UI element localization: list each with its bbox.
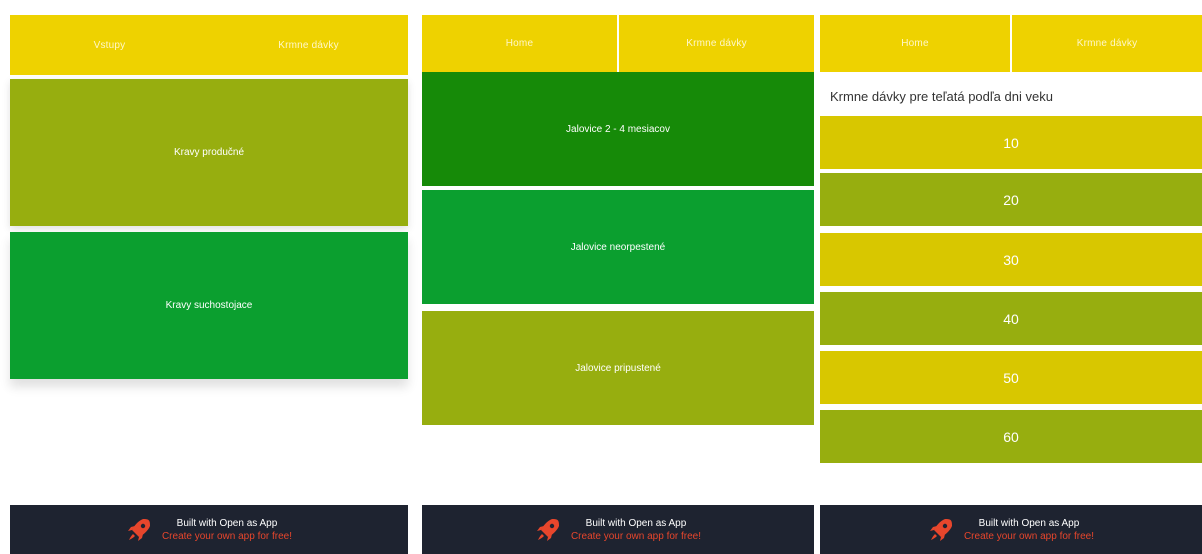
list-item-days[interactable]: 50	[820, 351, 1202, 404]
list-item-days[interactable]: 40	[820, 292, 1202, 345]
footer-subtitle: Create your own app for free!	[963, 530, 1095, 542]
rocket-icon	[929, 518, 952, 541]
page-heading: Krmne dávky pre teľatá podľa dni veku	[830, 89, 1053, 104]
category-tile[interactable]: Kravy produčné	[10, 79, 408, 226]
screen-vstupy: Vstupy Krmne dávky Kravy produčné Kravy …	[10, 15, 408, 554]
list-item-days[interactable]: 60	[820, 410, 1202, 463]
openasapp-footer-banner[interactable]: Built with Open as App Create your own a…	[422, 505, 814, 554]
nav-tab-krmne-davky[interactable]: Krmne dávky	[209, 15, 408, 75]
footer-title: Built with Open as App	[585, 517, 687, 529]
nav-tab-home[interactable]: Home	[820, 15, 1010, 72]
footer-title: Built with Open as App	[176, 517, 278, 529]
category-tile[interactable]: Jalovice pripustené	[422, 311, 814, 425]
list-item-days[interactable]: 10	[820, 116, 1202, 169]
top-nav: Home Krmne dávky	[422, 15, 814, 72]
nav-tab-krmne-davky[interactable]: Krmne dávky	[617, 15, 814, 72]
list-item-days[interactable]: 30	[820, 233, 1202, 286]
top-nav: Home Krmne dávky	[820, 15, 1202, 72]
screen-krmne-davky-telata: Home Krmne dávky Krmne dávky pre teľatá …	[820, 15, 1202, 554]
openasapp-footer-banner[interactable]: Built with Open as App Create your own a…	[820, 505, 1202, 554]
list-item-days[interactable]: 20	[820, 173, 1202, 226]
top-nav: Vstupy Krmne dávky	[10, 15, 408, 75]
footer-title: Built with Open as App	[978, 517, 1080, 529]
footer-subtitle: Create your own app for free!	[161, 530, 293, 542]
nav-tab-krmne-davky[interactable]: Krmne dávky	[1010, 15, 1202, 72]
category-tile[interactable]: Kravy suchostojace	[10, 232, 408, 379]
nav-tab-vstupy[interactable]: Vstupy	[10, 15, 209, 75]
category-tile[interactable]: Jalovice neorpestené	[422, 190, 814, 304]
screen-jalovice: Home Krmne dávky Jalovice 2 - 4 mesiacov…	[422, 15, 814, 554]
footer-subtitle: Create your own app for free!	[570, 530, 702, 542]
rocket-icon	[127, 518, 150, 541]
rocket-icon	[536, 518, 559, 541]
category-tile[interactable]: Jalovice 2 - 4 mesiacov	[422, 72, 814, 186]
openasapp-footer-banner[interactable]: Built with Open as App Create your own a…	[10, 505, 408, 554]
nav-tab-home[interactable]: Home	[422, 15, 617, 72]
